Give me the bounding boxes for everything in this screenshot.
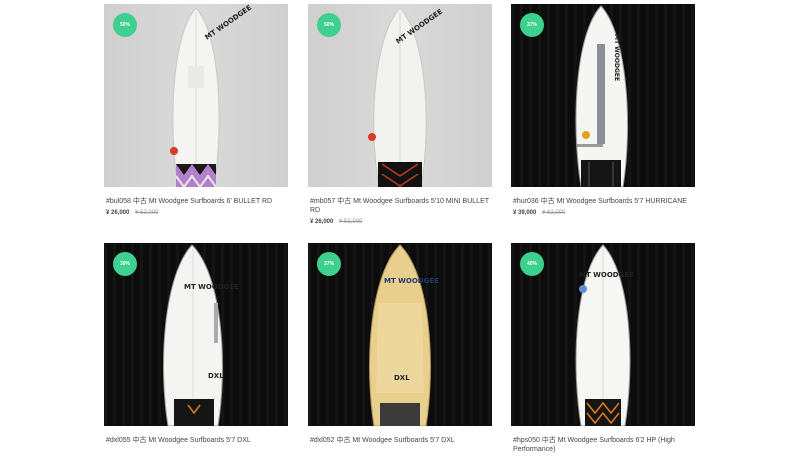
sale-price: ¥ 39,000	[513, 210, 537, 216]
discount-badge: 50%	[113, 13, 137, 37]
original-price: ¥ 52,000	[339, 219, 363, 225]
brand-logo-text: MT WOODGEE	[204, 4, 254, 42]
product-title[interactable]: #dxl052 中古 Mt Woodgee Surfboards 5'7 DXL	[308, 436, 492, 445]
product-image[interactable]: 37% MT WOODGEE	[511, 4, 695, 187]
product-title[interactable]: #dxl055 中古 Mt Woodgee Surfboards 5'7 DXL	[104, 436, 288, 445]
product-card[interactable]: 39% MT WOODGEE DXL #dxl055 中古 Mt Woodgee…	[104, 243, 288, 455]
brand-logo-text: MT WOODGEE	[613, 34, 620, 81]
price-row: ¥ 26,000 ¥ 52,000	[104, 210, 288, 216]
original-price: ¥ 62,000	[542, 210, 566, 216]
traction-pad	[380, 403, 420, 426]
product-image[interactable]: 39% MT WOODGEE DXL	[104, 243, 288, 426]
discount-badge: 50%	[317, 13, 341, 37]
discount-badge: 37%	[317, 252, 341, 276]
model-logo-icon: DXL	[208, 372, 224, 380]
original-price: ¥ 52,000	[135, 210, 159, 216]
product-card[interactable]: 50% MT WOODGEE #bul058 中古 Mt Woodgee Sur…	[104, 4, 288, 216]
product-title[interactable]: #bul058 中古 Mt Woodgee Surfboards 6' BULL…	[104, 197, 288, 206]
traction-pad	[175, 164, 217, 187]
price-row: ¥ 26,000 ¥ 52,000	[308, 219, 492, 225]
discount-badge: 39%	[113, 252, 137, 276]
traction-pad	[581, 160, 621, 187]
discount-badge: 37%	[520, 13, 544, 37]
sale-price: ¥ 26,000	[310, 219, 334, 225]
product-title[interactable]: #hps050 中古 Mt Woodgee Surfboards 6'2 HP …	[511, 436, 695, 454]
product-card[interactable]: 37% MT WOODGEE DXL #dxl052 中古 Mt Woodgee…	[308, 243, 492, 455]
product-title[interactable]: #hur036 中古 Mt Woodgee Surfboards 5'7 HUR…	[511, 197, 695, 206]
price-row: ¥ 39,000 ¥ 62,000	[511, 210, 695, 216]
discount-badge: 40%	[520, 252, 544, 276]
traction-pad	[378, 162, 422, 187]
brand-logo-text: MT WOODGEE	[579, 271, 634, 279]
traction-pad	[174, 399, 214, 426]
product-image[interactable]: 50% MT WOODGEE	[308, 4, 492, 187]
model-logo-icon: DXL	[394, 374, 410, 382]
traction-pad	[585, 399, 621, 426]
sale-price: ¥ 26,000	[106, 210, 130, 216]
brand-logo-text: MT WOODGEE	[384, 277, 439, 285]
price-row	[511, 458, 695, 464]
product-title[interactable]: #mb057 中古 Mt Woodgee Surfboards 5'10 MIN…	[308, 197, 492, 215]
product-image[interactable]: 50% MT WOODGEE	[104, 4, 288, 187]
product-image[interactable]: 40% MT WOODGEE	[511, 243, 695, 426]
product-card[interactable]: 40% MT WOODGEE #hps050 中古 Mt Woodgee Sur…	[511, 243, 695, 464]
product-image[interactable]: 37% MT WOODGEE DXL	[308, 243, 492, 426]
product-card[interactable]: 37% MT WOODGEE #hur036 中古 Mt Woodgee Sur…	[511, 4, 695, 216]
brand-logo-text: MT WOODGEE	[184, 283, 239, 291]
product-card[interactable]: 50% MT WOODGEE #mb057 中古 Mt Woodgee Surf…	[308, 4, 492, 225]
